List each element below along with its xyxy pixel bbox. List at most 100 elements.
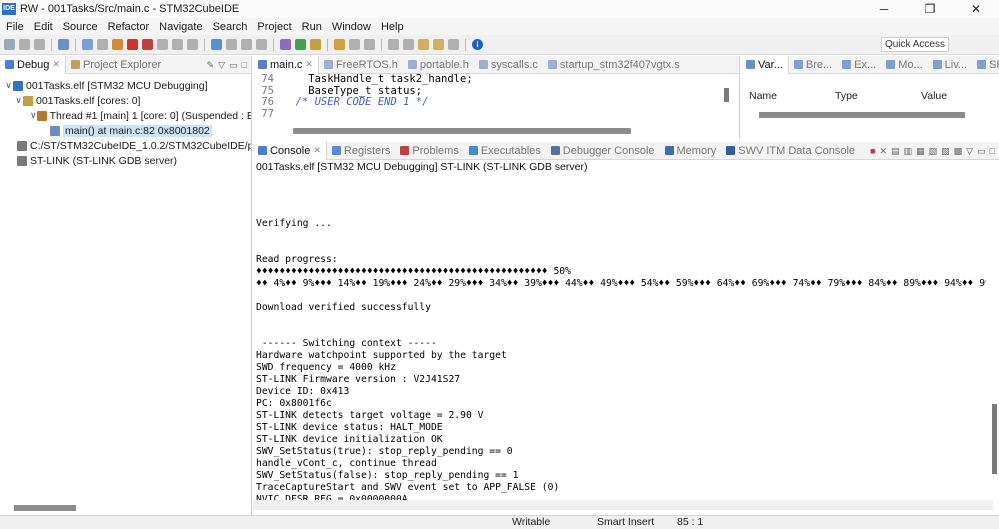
tab-expressions[interactable]: Ex... bbox=[837, 56, 881, 74]
code-editor[interactable]: 74 TaskHandle_t task2_handle; 75 BaseTyp… bbox=[253, 73, 739, 124]
reset-icon[interactable] bbox=[256, 39, 267, 50]
remove-launches-icon[interactable]: ✎ bbox=[207, 60, 215, 71]
menu-help[interactable]: Help bbox=[381, 21, 404, 33]
reset-chip-icon[interactable] bbox=[241, 39, 252, 50]
minimize-button[interactable]: ─ bbox=[861, 0, 907, 18]
forward-icon[interactable] bbox=[433, 39, 444, 50]
tab-project-explorer[interactable]: Project Explorer bbox=[66, 56, 166, 74]
tab-breakpoints[interactable]: Bre... bbox=[789, 56, 837, 74]
tab-swv-itm-data-console[interactable]: SWV ITM Data Console bbox=[721, 142, 860, 160]
external-tools-icon[interactable] bbox=[310, 39, 321, 50]
tree-item-launch[interactable]: ∨ 001Tasks.elf [STM32 MCU Debugging] bbox=[0, 78, 251, 93]
tab-console[interactable]: Console ✕ bbox=[253, 141, 327, 160]
chevron-down-icon[interactable]: ∨ bbox=[4, 80, 13, 91]
horizontal-scrollbar[interactable] bbox=[293, 128, 631, 134]
column-header-name[interactable]: Name bbox=[741, 90, 827, 102]
tab-registers[interactable]: Registers bbox=[327, 142, 395, 160]
tree-item-stack-frame[interactable]: main() at main.c:82 0x8001802 bbox=[0, 123, 251, 138]
tab-freertos-h[interactable]: FreeRTOS.h bbox=[319, 56, 403, 74]
maximize-view-icon[interactable]: □ bbox=[242, 60, 247, 70]
disconnect-icon[interactable] bbox=[142, 39, 153, 50]
menu-project[interactable]: Project bbox=[257, 21, 291, 33]
minimize-view-icon[interactable]: ▭ bbox=[229, 60, 238, 71]
maximize-button[interactable]: ❐ bbox=[907, 0, 953, 18]
minimize-view-icon[interactable]: ▭ bbox=[977, 146, 986, 157]
close-icon[interactable]: ✕ bbox=[52, 59, 60, 70]
column-header-value[interactable]: Value bbox=[913, 90, 983, 102]
menu-window[interactable]: Window bbox=[332, 21, 371, 33]
tab-sfrs[interactable]: SFRs bbox=[972, 56, 999, 74]
scroll-lock-icon[interactable]: ▥ bbox=[904, 146, 913, 157]
horizontal-scrollbar[interactable] bbox=[14, 505, 76, 511]
tree-item-gdb-server[interactable]: ST-LINK (ST-LINK GDB server) bbox=[0, 153, 251, 168]
tab-memory[interactable]: Memory bbox=[660, 142, 722, 160]
open-console-icon[interactable]: ▩ bbox=[954, 146, 963, 157]
save-icon[interactable] bbox=[19, 39, 30, 50]
skip-breakpoints-icon[interactable] bbox=[82, 39, 93, 50]
vertical-scrollbar[interactable] bbox=[724, 88, 729, 102]
open-folder-icon[interactable] bbox=[334, 39, 345, 50]
resume-icon[interactable] bbox=[97, 39, 108, 50]
tree-item-process[interactable]: ∨ 001Tasks.elf [cores: 0] bbox=[0, 93, 251, 108]
instruction-stepping-icon[interactable] bbox=[211, 39, 222, 50]
save-all-icon[interactable] bbox=[34, 39, 45, 50]
menu-refactor[interactable]: Refactor bbox=[108, 21, 150, 33]
tree-item-thread[interactable]: ∨ Thread #1 [main] 1 [core: 0] (Suspende… bbox=[0, 108, 251, 123]
tree-item-gdb-process[interactable]: C:/ST/STM32CubeIDE_1.0.2/STM32CubeIDE/pl… bbox=[0, 138, 251, 153]
menu-navigate[interactable]: Navigate bbox=[159, 21, 202, 33]
vertical-scrollbar[interactable] bbox=[992, 404, 997, 474]
back-icon[interactable] bbox=[418, 39, 429, 50]
close-icon[interactable]: ✕ bbox=[305, 59, 313, 70]
build-icon[interactable] bbox=[58, 39, 69, 50]
view-menu-icon[interactable]: ▽ bbox=[218, 60, 225, 71]
tab-problems[interactable]: Problems bbox=[395, 142, 463, 160]
menu-run[interactable]: Run bbox=[302, 21, 322, 33]
horizontal-scrollbar[interactable] bbox=[253, 500, 993, 510]
debug-icon[interactable] bbox=[280, 39, 291, 50]
pen-icon[interactable] bbox=[349, 39, 360, 50]
menu-edit[interactable]: Edit bbox=[34, 21, 53, 33]
terminate-icon[interactable]: ■ bbox=[870, 146, 875, 156]
maximize-view-icon[interactable]: □ bbox=[990, 146, 995, 156]
run-icon[interactable] bbox=[295, 39, 306, 50]
next-annotation-icon[interactable] bbox=[403, 39, 414, 50]
terminate-icon[interactable] bbox=[127, 39, 138, 50]
info-icon[interactable]: i bbox=[472, 39, 483, 50]
quick-access-input[interactable]: Quick Access bbox=[880, 37, 949, 52]
tab-syscalls-c[interactable]: syscalls.c bbox=[474, 56, 543, 74]
tab-modules[interactable]: Mo... bbox=[881, 56, 927, 74]
annotation-icon[interactable] bbox=[388, 39, 399, 50]
clear-console-icon[interactable]: ▤ bbox=[891, 146, 900, 157]
tab-startup-s[interactable]: startup_stm32f407vgtx.s bbox=[543, 56, 685, 74]
console-output[interactable]: Verifying ... Read progress: ♦♦♦♦♦♦♦♦♦♦♦♦♦… bbox=[256, 194, 986, 506]
tab-main-c[interactable]: main.c ✕ bbox=[253, 55, 319, 74]
word-wrap-icon[interactable]: ▦ bbox=[916, 146, 925, 157]
chevron-down-icon[interactable]: ∨ bbox=[14, 95, 23, 106]
view-menu-icon[interactable]: ▽ bbox=[966, 146, 973, 157]
tab-variables[interactable]: Var... bbox=[741, 55, 789, 74]
menu-search[interactable]: Search bbox=[213, 21, 248, 33]
search-icon[interactable] bbox=[364, 39, 375, 50]
tab-live-expressions[interactable]: Liv... bbox=[928, 56, 972, 74]
pin-icon[interactable] bbox=[448, 39, 459, 50]
column-header-type[interactable]: Type bbox=[827, 90, 913, 102]
tab-portable-h[interactable]: portable.h bbox=[403, 56, 474, 74]
step-into-icon[interactable] bbox=[157, 39, 168, 50]
remove-launch-icon[interactable]: ✕ bbox=[879, 146, 887, 157]
step-return-icon[interactable] bbox=[187, 39, 198, 50]
menu-source[interactable]: Source bbox=[63, 21, 98, 33]
display-console-icon[interactable]: ▨ bbox=[941, 146, 950, 157]
tab-executables[interactable]: Executables bbox=[464, 142, 546, 160]
tab-debugger-console[interactable]: Debugger Console bbox=[546, 142, 660, 160]
close-icon[interactable]: ✕ bbox=[313, 145, 321, 156]
tab-debug[interactable]: Debug ✕ bbox=[0, 55, 66, 74]
pin-console-icon[interactable]: ▧ bbox=[929, 146, 938, 157]
chevron-down-icon[interactable]: ∨ bbox=[30, 110, 37, 121]
step-over-icon[interactable] bbox=[172, 39, 183, 50]
close-button[interactable]: ✕ bbox=[953, 0, 999, 18]
menu-file[interactable]: File bbox=[6, 21, 24, 33]
horizontal-scrollbar[interactable] bbox=[759, 112, 965, 118]
restart-icon[interactable] bbox=[226, 39, 237, 50]
new-icon[interactable] bbox=[4, 39, 15, 50]
suspend-icon[interactable] bbox=[112, 39, 123, 50]
